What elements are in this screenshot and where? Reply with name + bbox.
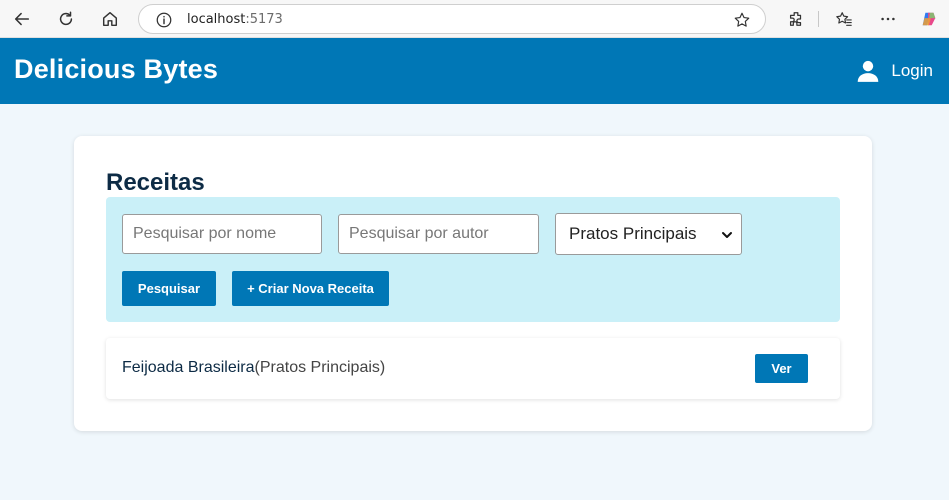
- category-select[interactable]: Pratos Principais: [555, 213, 742, 255]
- search-author-input[interactable]: [338, 214, 539, 254]
- app-header: Delicious Bytes Login: [0, 38, 949, 104]
- recipes-card: Receitas Pratos Principais Pesquisar + C…: [74, 136, 872, 431]
- url-host: localhost: [187, 12, 246, 27]
- filter-panel: Pratos Principais Pesquisar + Criar Nova…: [106, 197, 840, 322]
- toolbar-separator: [818, 11, 819, 27]
- list-item: Feijoada Brasileira(Pratos Principais) V…: [106, 338, 840, 399]
- extensions-icon[interactable]: [782, 5, 810, 33]
- login-button[interactable]: Login: [855, 58, 933, 84]
- recipe-name: Feijoada Brasileira: [122, 359, 255, 376]
- user-icon: [858, 60, 879, 82]
- url-text: localhost:5173: [187, 12, 283, 27]
- favorites-icon[interactable]: [830, 5, 858, 33]
- copilot-icon[interactable]: [915, 5, 943, 33]
- search-button[interactable]: Pesquisar: [122, 271, 216, 306]
- more-icon[interactable]: [874, 5, 902, 33]
- url-port: :5173: [245, 12, 283, 27]
- recipe-category: (Pratos Principais): [254, 359, 386, 376]
- browser-toolbar: localhost:5173: [0, 0, 949, 38]
- home-icon[interactable]: [96, 5, 124, 33]
- reload-icon[interactable]: [52, 5, 80, 33]
- favorite-star-icon[interactable]: [733, 11, 751, 29]
- address-bar[interactable]: localhost:5173: [138, 4, 766, 34]
- page-title: Receitas: [106, 169, 205, 196]
- search-name-input[interactable]: [122, 214, 322, 254]
- create-recipe-button[interactable]: + Criar Nova Receita: [232, 271, 389, 306]
- back-icon[interactable]: [8, 5, 36, 33]
- view-recipe-button[interactable]: Ver: [755, 354, 808, 383]
- category-select-value: Pratos Principais: [569, 224, 697, 243]
- chevron-down-icon: [722, 232, 732, 238]
- recipe-title: Feijoada Brasileira(Pratos Principais): [122, 359, 385, 377]
- login-label: Login: [891, 61, 933, 80]
- brand-logo[interactable]: Delicious Bytes: [14, 54, 218, 85]
- site-info-icon[interactable]: [155, 11, 173, 29]
